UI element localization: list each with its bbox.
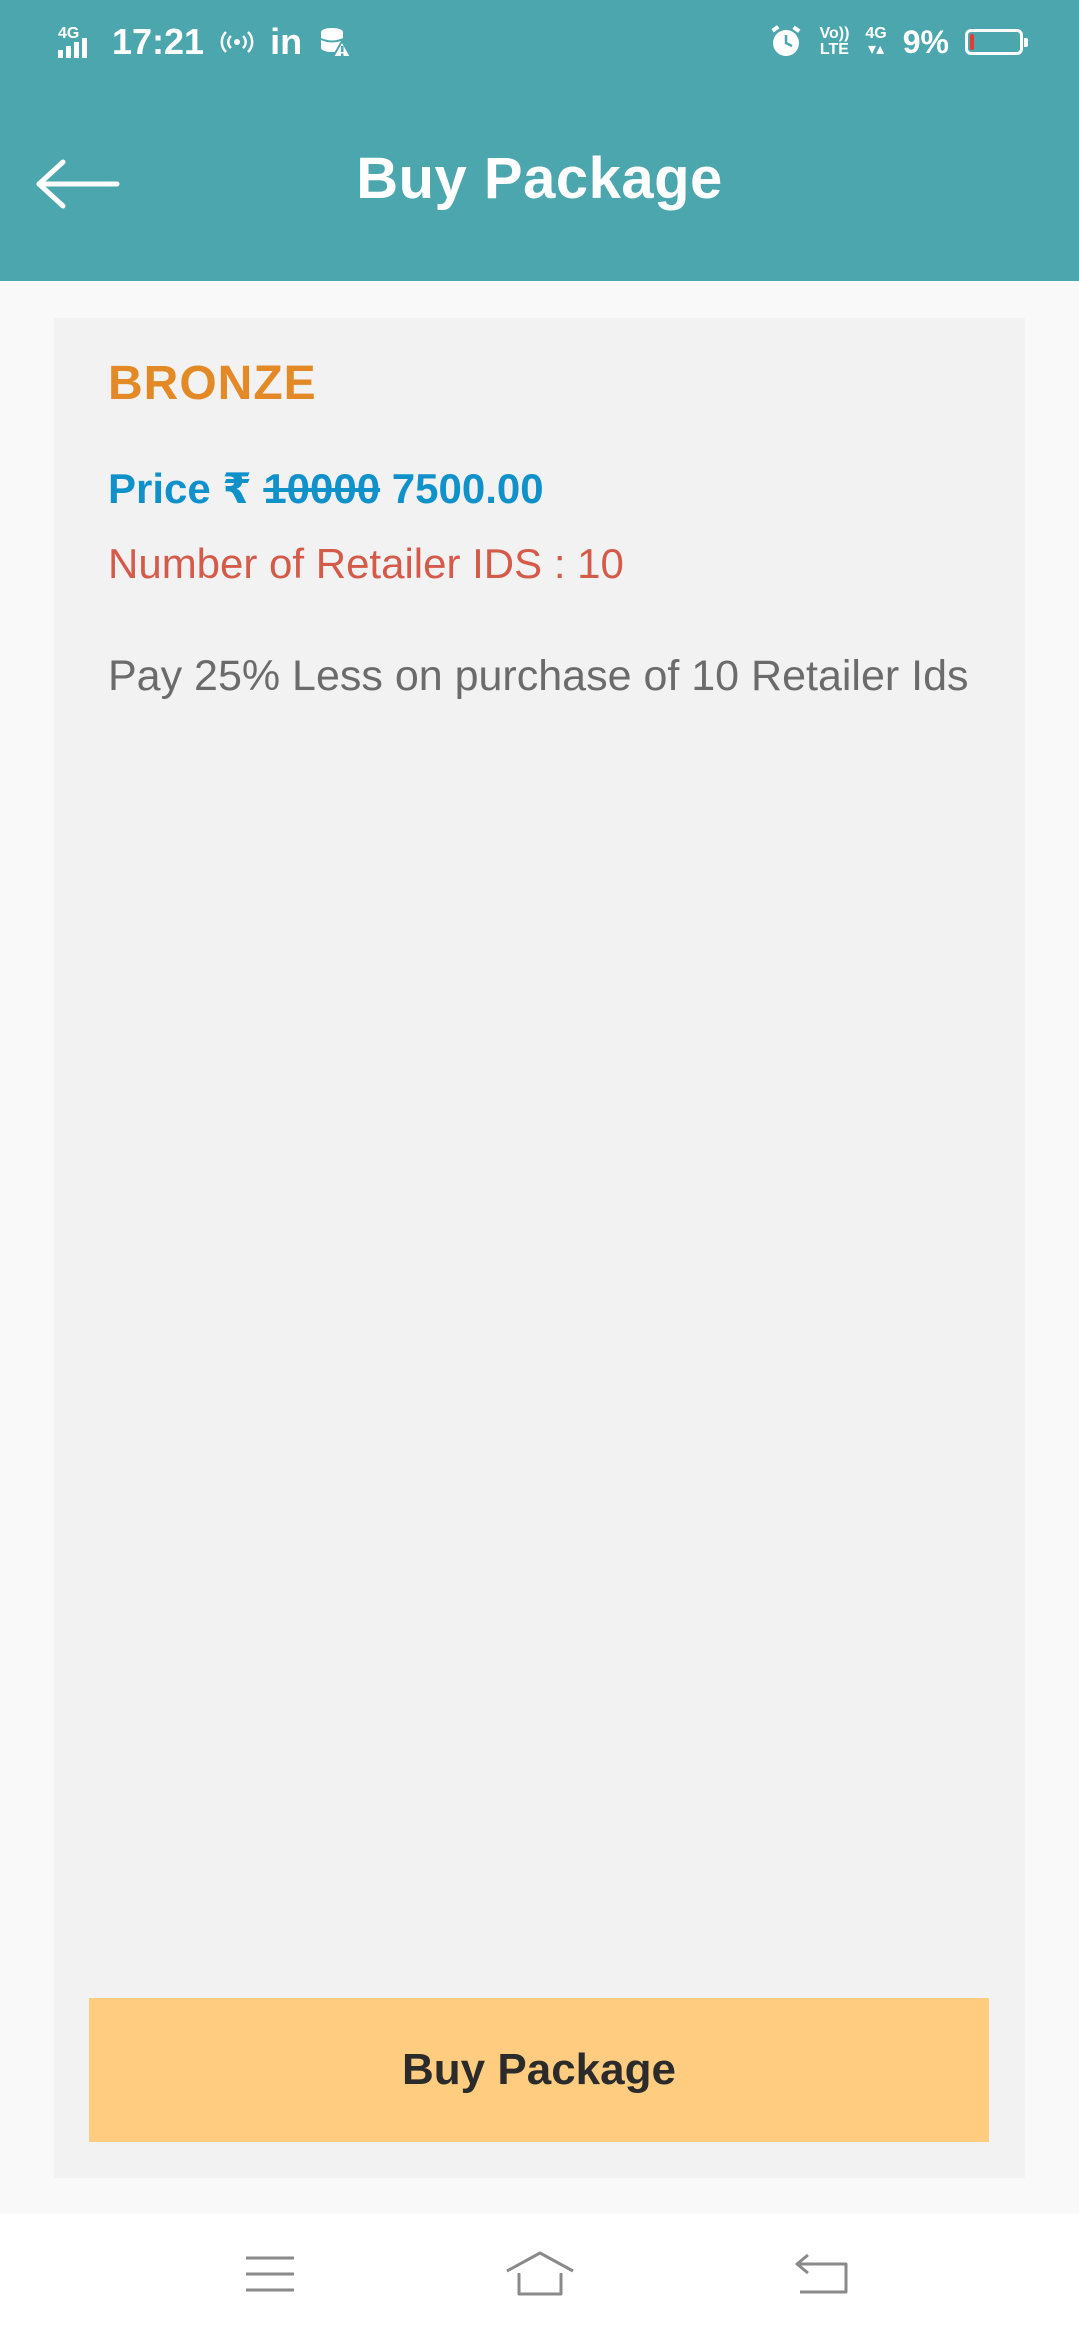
package-card: BRONZE Price ₹ 10000 7500.00 Number of R…: [54, 318, 1025, 2178]
home-button[interactable]: [500, 2244, 580, 2304]
battery-outline: [965, 29, 1028, 55]
clock: 17:21: [112, 21, 205, 62]
buy-package-button[interactable]: Buy Package: [89, 1998, 989, 2142]
battery-icon: [965, 29, 1028, 55]
home-icon: [506, 2251, 574, 2296]
volte-top-label: Vo)): [819, 25, 850, 42]
linkedin-icon: in: [270, 21, 303, 62]
data-arrows-icon: ▾▴: [868, 41, 885, 58]
price-row: Price ₹ 10000 7500.00: [108, 464, 544, 513]
page-title: Buy Package: [356, 146, 723, 211]
navigation-bar: [0, 2214, 1079, 2340]
network-label: 4G: [58, 25, 79, 42]
return-icon: [795, 2253, 848, 2294]
storage-warning-icon: [318, 25, 353, 59]
signal-4g-icon: 4G: [56, 22, 96, 62]
package-description: Pay 25% Less on purchase of 10 Retailer …: [108, 652, 969, 700]
volte-bottom-label: LTE: [819, 41, 849, 58]
network-right-label: 4G: [865, 25, 887, 42]
app-bar: 4G 17:21 in Vo)) LTE 4G ▾▴ 9% Buy Packag…: [0, 0, 1079, 281]
alarm-icon: [769, 25, 803, 59]
menu-button[interactable]: [230, 2244, 310, 2304]
return-button[interactable]: [782, 2244, 862, 2304]
original-price: 10000: [263, 465, 381, 512]
price-label: Price ₹: [108, 465, 252, 512]
battery-level: [970, 34, 974, 50]
hotspot-icon: [220, 27, 254, 57]
menu-icon: [246, 2256, 294, 2292]
discounted-price: 7500.00: [391, 465, 544, 512]
volte-icon: Vo)) LTE: [819, 26, 849, 58]
status-left: 4G 17:21 in: [56, 18, 368, 66]
network-4g-icon: 4G ▾▴: [865, 26, 886, 58]
retailer-ids: Number of Retailer IDS : 10: [108, 540, 624, 587]
status-right: Vo)) LTE 4G ▾▴ 9%: [753, 18, 1028, 66]
package-name: BRONZE: [108, 357, 317, 410]
battery-percent: 9%: [902, 23, 949, 60]
status-bar: 4G 17:21 in Vo)) LTE 4G ▾▴ 9%: [0, 0, 1079, 84]
